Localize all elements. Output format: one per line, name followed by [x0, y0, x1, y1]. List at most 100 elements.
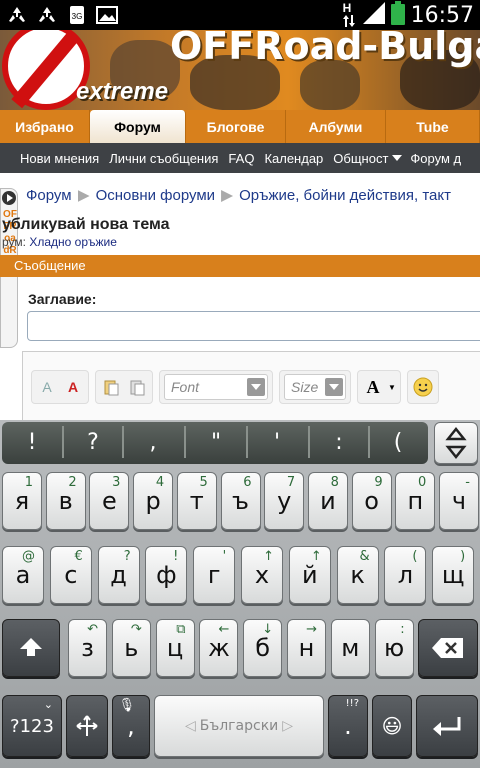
- key-г[interactable]: г ': [193, 546, 236, 604]
- key-label: п: [407, 487, 424, 515]
- forum-prefix: рум:: [2, 235, 26, 249]
- suggestion-colon[interactable]: :: [310, 422, 368, 462]
- key-label: и: [320, 487, 336, 515]
- key-label: в: [58, 487, 73, 515]
- size-dropdown[interactable]: Size: [284, 374, 346, 400]
- title-input[interactable]: [27, 311, 480, 341]
- breadcrumb-forum[interactable]: Форум: [26, 187, 72, 204]
- comma-key[interactable]: , 🎙: [112, 695, 150, 757]
- emoji-key[interactable]: 😃: [372, 695, 412, 757]
- backspace-key[interactable]: [418, 619, 478, 677]
- key-к[interactable]: к &: [336, 546, 379, 604]
- smiley-icon[interactable]: [412, 376, 434, 398]
- key-ф[interactable]: ф!: [145, 546, 188, 604]
- chevron-down-icon: [325, 378, 343, 396]
- key-hint: 4: [155, 475, 165, 490]
- key-у[interactable]: у7: [264, 472, 305, 530]
- key-а[interactable]: а @: [2, 546, 44, 604]
- battery-icon: [390, 0, 405, 30]
- key-е[interactable]: е3: [89, 472, 130, 530]
- remove-format-icon[interactable]: A: [36, 376, 58, 398]
- key-ч[interactable]: ч-: [439, 472, 479, 530]
- forum-link[interactable]: Хладно оръжие: [29, 235, 117, 249]
- key-ж[interactable]: ж ←: [199, 619, 239, 677]
- site-banner[interactable]: OFFRoad-Bulgaria. extreme: [0, 30, 480, 110]
- key-hint: ?: [123, 549, 131, 564]
- key-hint: ↶: [87, 622, 98, 637]
- suggestion-paren[interactable]: (: [370, 422, 426, 462]
- cursor-move-icon: [76, 715, 98, 736]
- key-hint: @: [22, 549, 35, 564]
- key-ь[interactable]: ь ↷: [111, 619, 151, 677]
- key-я[interactable]: я1: [2, 472, 42, 530]
- key-й[interactable]: й ↑: [288, 546, 331, 604]
- key-hint: ↷: [130, 622, 142, 637]
- tab-albumi[interactable]: Албуми: [286, 110, 386, 143]
- key-и[interactable]: и8: [307, 472, 348, 530]
- key-label: с: [64, 561, 78, 589]
- subnav-forum-more[interactable]: Форум д: [402, 151, 467, 166]
- key-в[interactable]: в2: [45, 472, 86, 530]
- spellcheck-icon[interactable]: A: [62, 376, 84, 398]
- tab-blogove[interactable]: Блогове: [186, 110, 286, 143]
- suggestion-question[interactable]: ?: [64, 422, 122, 462]
- editor-toolbar: A A Font Size A ▼: [31, 368, 439, 406]
- symbols-key[interactable]: ?123 ⌄: [2, 695, 62, 757]
- suggestion-squote[interactable]: ': [248, 422, 306, 462]
- subnav-calendar[interactable]: Календар: [260, 151, 329, 166]
- key-о[interactable]: о9: [351, 472, 392, 530]
- text-color-icon[interactable]: A: [362, 376, 384, 398]
- key-label: т: [189, 487, 204, 515]
- subnav-faq[interactable]: FAQ: [224, 151, 260, 166]
- key-с[interactable]: с €: [49, 546, 92, 604]
- tab-izbrano[interactable]: Избрано: [0, 110, 90, 143]
- key-hint: &: [359, 549, 370, 564]
- key-label: з: [81, 634, 94, 662]
- expand-suggestions-button[interactable]: [434, 422, 478, 464]
- chevron-down-icon: [247, 378, 265, 396]
- paste-text-icon[interactable]: [126, 376, 148, 398]
- key-label: я: [14, 487, 30, 515]
- subnav-community[interactable]: Общност: [329, 151, 388, 166]
- key-д[interactable]: д?: [97, 546, 140, 604]
- key-ц[interactable]: ц ⧉: [155, 619, 195, 677]
- key-л[interactable]: л(: [384, 546, 427, 604]
- paste-icon[interactable]: [100, 376, 122, 398]
- breadcrumb-weapons[interactable]: Оръжие, бойни действия, такт: [239, 187, 451, 204]
- tab-tube[interactable]: Tube: [386, 110, 480, 143]
- key-х[interactable]: х ↑: [241, 546, 283, 604]
- key-hint: 5: [199, 475, 208, 490]
- subnav-new-posts[interactable]: Нови мнения: [0, 151, 105, 166]
- suggestion-exclaim[interactable]: !: [2, 422, 62, 462]
- chevron-down-icon[interactable]: ▼: [388, 376, 396, 398]
- key-щ[interactable]: щ): [432, 546, 475, 604]
- key-р[interactable]: р4: [133, 472, 174, 530]
- font-dropdown[interactable]: Font: [164, 374, 268, 400]
- cursor-key[interactable]: [66, 695, 108, 757]
- key-ю[interactable]: ю:: [374, 619, 414, 677]
- enter-key[interactable]: [416, 695, 478, 757]
- key-label: г: [207, 561, 221, 589]
- key-м[interactable]: м: [330, 619, 370, 677]
- key-т[interactable]: т5: [176, 472, 217, 530]
- key-label: ч: [451, 487, 467, 515]
- play-icon[interactable]: [2, 191, 16, 205]
- period-key[interactable]: . !!?: [328, 695, 368, 757]
- key-ъ[interactable]: ъ6: [220, 472, 261, 530]
- key-п[interactable]: п0: [395, 472, 436, 530]
- key-б[interactable]: б ↓: [243, 619, 283, 677]
- key-н[interactable]: н →: [287, 619, 326, 677]
- subnav-private-messages[interactable]: Лични съобщения: [105, 151, 224, 166]
- key-з[interactable]: з ↶: [68, 619, 107, 677]
- key-label: о: [364, 487, 379, 515]
- suggestion-comma[interactable]: ,: [124, 422, 182, 462]
- shift-key[interactable]: [2, 619, 60, 677]
- toolbar-group-smilies: [407, 370, 439, 404]
- tab-forum[interactable]: Форум: [90, 110, 186, 143]
- space-key[interactable]: ◁ Български ▷: [154, 695, 324, 757]
- key-label: ж: [208, 634, 230, 662]
- breadcrumb-main-forums[interactable]: Основни форуми: [96, 187, 215, 204]
- symbols-key-label: ?123: [10, 715, 54, 737]
- suggestion-dquote[interactable]: ": [186, 422, 246, 462]
- key-hint: ↑: [310, 549, 322, 564]
